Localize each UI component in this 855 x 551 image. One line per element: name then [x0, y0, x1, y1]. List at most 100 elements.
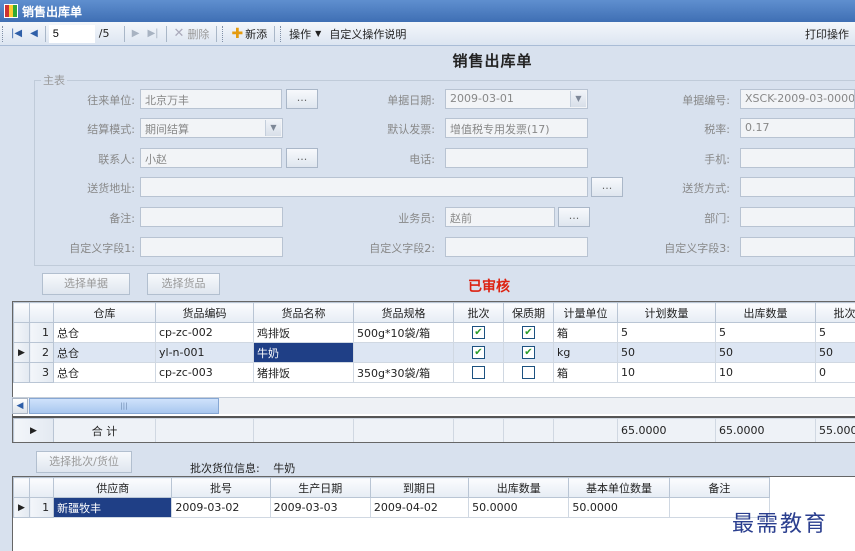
- next-record-button[interactable]: ▶: [128, 24, 144, 44]
- plan-qty-cell[interactable]: 50: [617, 342, 716, 363]
- col-shelf-life[interactable]: 保质期: [503, 302, 554, 323]
- custom2-field[interactable]: [445, 237, 588, 257]
- phone-field[interactable]: [445, 148, 588, 168]
- last-icon: ▶|: [147, 28, 159, 39]
- custom-operation-button[interactable]: 自定义操作说明: [325, 24, 410, 44]
- batch-checkbox[interactable]: ✔: [472, 346, 485, 360]
- invoice-field[interactable]: 增值税专用发票(17): [445, 118, 588, 138]
- out-qty-cell[interactable]: 5: [715, 322, 816, 343]
- spec-cell[interactable]: 350g*30袋/箱: [353, 362, 454, 383]
- operate-menu-button[interactable]: 操作 ▼: [285, 24, 325, 44]
- batch-qty-cell[interactable]: 0: [815, 362, 855, 383]
- col-spec[interactable]: 货品规格: [353, 302, 454, 323]
- table-row[interactable]: 1 总仓 cp-zc-002 鸡排饭 500g*10袋/箱 ✔ ✔ 箱 5 5 …: [13, 322, 855, 343]
- scrollbar-thumb[interactable]: |||: [29, 398, 219, 414]
- doc-no-field[interactable]: XSCK-2009-03-000006: [740, 89, 855, 109]
- name-cell[interactable]: 牛奶: [253, 342, 354, 363]
- col-unit[interactable]: 计量单位: [553, 302, 618, 323]
- out-qty-cell[interactable]: 10: [715, 362, 816, 383]
- col-prod-date[interactable]: 生产日期: [269, 477, 371, 498]
- col-batch-qty[interactable]: 批次: [815, 302, 855, 323]
- warehouse-cell[interactable]: 总仓: [53, 342, 156, 363]
- table-row[interactable]: ▶ 2 总仓 yl-n-001 牛奶 ✔ ✔ kg 50 50 50: [13, 342, 855, 363]
- delete-button[interactable]: ✕ 删除: [170, 24, 214, 44]
- col-out-qty[interactable]: 出库数量: [715, 302, 816, 323]
- spec-cell[interactable]: [353, 342, 454, 363]
- last-record-button[interactable]: ▶|: [143, 24, 162, 44]
- batch-qty-cell[interactable]: 5: [815, 322, 855, 343]
- custom3-field[interactable]: [740, 237, 855, 257]
- spec-cell[interactable]: 500g*10袋/箱: [353, 322, 454, 343]
- col-base-qty[interactable]: 基本单位数量: [568, 477, 670, 498]
- col-batch[interactable]: 批次: [453, 302, 504, 323]
- shelf-life-checkbox[interactable]: ✔: [522, 346, 535, 360]
- mobile-field[interactable]: [740, 148, 855, 168]
- unit-cell[interactable]: 箱: [553, 322, 618, 343]
- shelf-life-checkbox[interactable]: [522, 366, 535, 380]
- table-row[interactable]: ▶ 1 新疆牧丰 2009-03-02 2009-03-03 2009-04-0…: [13, 497, 771, 518]
- batch-checkbox[interactable]: [472, 366, 485, 380]
- detail-horizontal-scrollbar[interactable]: ◀ |||: [12, 397, 855, 414]
- col-exp-date[interactable]: 到期日: [369, 477, 470, 498]
- col-code[interactable]: 货品编码: [155, 302, 254, 323]
- plan-qty-cell[interactable]: 5: [617, 322, 716, 343]
- col-plan-qty[interactable]: 计划数量: [617, 302, 716, 323]
- supplier-cell[interactable]: 新疆牧丰: [53, 497, 173, 518]
- phone-label: 电话:: [409, 153, 435, 166]
- ship-method-field[interactable]: [740, 177, 855, 197]
- chevron-down-icon[interactable]: ▼: [265, 120, 281, 136]
- unit-cell[interactable]: kg: [553, 342, 618, 363]
- batch-checkbox[interactable]: ✔: [472, 326, 485, 340]
- settle-mode-select[interactable]: 期间结算 ▼: [140, 118, 283, 138]
- salesman-lookup-button[interactable]: ...: [558, 207, 590, 227]
- code-cell[interactable]: yl-n-001: [155, 342, 254, 363]
- col-name[interactable]: 货品名称: [253, 302, 354, 323]
- batch-qty-cell[interactable]: 50: [815, 342, 855, 363]
- unit-cell[interactable]: 箱: [553, 362, 618, 383]
- ship-addr-lookup-button[interactable]: ...: [591, 177, 623, 197]
- prod-date-cell[interactable]: 2009-03-03: [269, 497, 371, 518]
- name-cell[interactable]: 猪排饭: [253, 362, 354, 383]
- first-record-button[interactable]: |◀: [7, 24, 26, 44]
- partner-lookup-button[interactable]: ...: [286, 89, 318, 109]
- base-qty-cell[interactable]: 50.0000: [568, 497, 670, 518]
- warehouse-cell[interactable]: 总仓: [53, 322, 156, 343]
- shelf-life-checkbox[interactable]: ✔: [522, 326, 535, 340]
- out-qty-cell[interactable]: 50: [715, 342, 816, 363]
- exp-date-cell[interactable]: 2009-04-02: [369, 497, 470, 518]
- scroll-left-icon[interactable]: ◀: [12, 398, 28, 414]
- col-out-qty[interactable]: 出库数量: [468, 477, 570, 498]
- lot-no-cell[interactable]: 2009-03-02: [171, 497, 271, 518]
- custom1-label: 自定义字段1:: [69, 242, 135, 255]
- prev-record-button[interactable]: ◀: [26, 24, 42, 44]
- contact-field[interactable]: 小赵: [140, 148, 282, 168]
- chevron-down-icon[interactable]: ▼: [570, 91, 586, 107]
- table-row[interactable]: 3 总仓 cp-zc-003 猪排饭 350g*30袋/箱 箱 10 10 0: [13, 362, 855, 383]
- contact-lookup-button[interactable]: ...: [286, 148, 318, 168]
- select-batch-button[interactable]: 选择批次/货位: [36, 451, 132, 473]
- select-doc-button[interactable]: 选择单据: [42, 273, 130, 295]
- name-cell[interactable]: 鸡排饭: [253, 322, 354, 343]
- select-goods-button[interactable]: 选择货品: [147, 273, 220, 295]
- remark-field[interactable]: [140, 207, 283, 227]
- col-remark[interactable]: 备注: [668, 477, 771, 498]
- next-icon: ▶: [131, 28, 140, 39]
- dept-field[interactable]: [740, 207, 855, 227]
- ship-addr-field[interactable]: [140, 177, 588, 197]
- new-button[interactable]: ✚ 新添: [227, 24, 271, 44]
- warehouse-cell[interactable]: 总仓: [53, 362, 156, 383]
- code-cell[interactable]: cp-zc-003: [155, 362, 254, 383]
- plan-qty-cell[interactable]: 10: [617, 362, 716, 383]
- record-position-input[interactable]: [48, 24, 95, 43]
- print-operation-button[interactable]: 打印操作: [801, 24, 855, 44]
- col-warehouse[interactable]: 仓库: [53, 302, 156, 323]
- col-supplier[interactable]: 供应商: [53, 477, 173, 498]
- col-lot-no[interactable]: 批号: [171, 477, 271, 498]
- custom1-field[interactable]: [140, 237, 283, 257]
- salesman-field[interactable]: 赵前: [445, 207, 555, 227]
- code-cell[interactable]: cp-zc-002: [155, 322, 254, 343]
- partner-field[interactable]: 北京万丰: [140, 89, 282, 109]
- tax-rate-field[interactable]: 0.17: [740, 118, 855, 138]
- doc-date-field[interactable]: 2009-03-01 ▼: [445, 89, 588, 109]
- out-qty-cell[interactable]: 50.0000: [468, 497, 570, 518]
